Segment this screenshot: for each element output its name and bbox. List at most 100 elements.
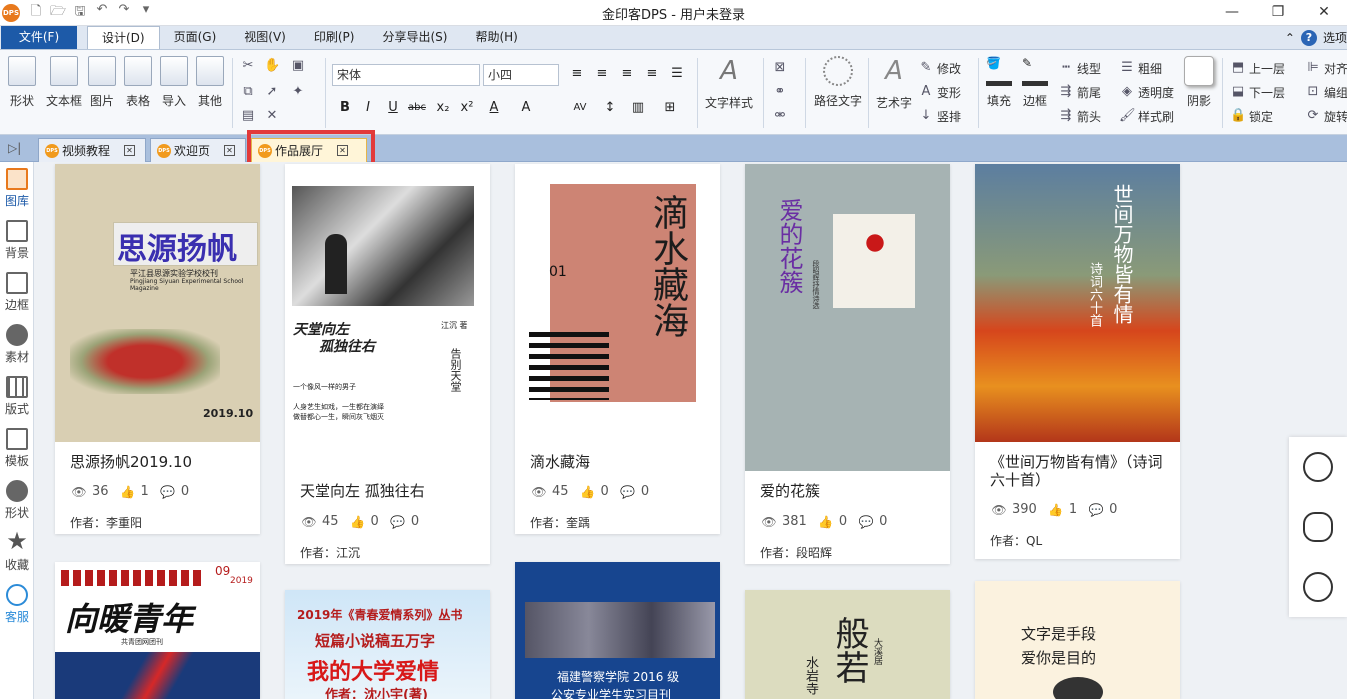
sidebar-item-material[interactable]: 素材	[0, 320, 34, 372]
open-folder-icon[interactable]: 🗁	[50, 2, 66, 24]
shadow-tool[interactable]: 阴影	[1184, 56, 1214, 109]
sidebar-item-gallery[interactable]: 图库	[0, 164, 34, 216]
underline-button[interactable]: U	[383, 98, 403, 118]
thumbs-up-icon[interactable]: 👍	[349, 515, 367, 529]
char-spacing-button[interactable]: AV	[570, 98, 590, 118]
rotate-button[interactable]: 旋转	[1324, 108, 1347, 125]
sidebar-item-border[interactable]: 边框	[0, 268, 34, 320]
select-icon[interactable]: ➚	[264, 84, 280, 100]
restore-icon[interactable]: ❐	[1255, 0, 1301, 26]
tab-welcome[interactable]: DPS 欢迎页 ✕	[150, 138, 246, 162]
work-card[interactable]: 福建警察学院 2016 级 公安专业学生实习目刊	[515, 562, 720, 699]
font-size-select[interactable]: 小四	[483, 64, 559, 86]
menu-print[interactable]: 印刷(P)	[300, 26, 369, 49]
sidebar-item-shape[interactable]: 形状	[0, 476, 34, 528]
transparency-button[interactable]: 透明度	[1138, 84, 1174, 101]
work-title[interactable]: 《世间万物皆有情》（诗词六十首）	[990, 453, 1175, 489]
align-center-button[interactable]: ≡	[592, 64, 612, 84]
work-card[interactable]: 文字是手段 爱你是目的	[975, 581, 1180, 699]
menu-page[interactable]: 页面(G)	[160, 26, 231, 49]
arrow-head-button[interactable]: 箭头	[1077, 108, 1101, 125]
other-tool[interactable]: 其他	[196, 56, 224, 109]
image-edit-icon[interactable]: ▣	[290, 58, 306, 74]
align-left-button[interactable]: ≡	[567, 64, 587, 84]
lock-button[interactable]: 锁定	[1249, 108, 1273, 125]
comment-icon[interactable]: 💬	[389, 515, 407, 529]
vertical-text-button[interactable]: 竖排	[937, 108, 961, 125]
text-style-tool[interactable]: A 文字样式	[705, 56, 753, 111]
delete-icon[interactable]: ✕	[264, 108, 280, 124]
panel-toggle-icon[interactable]: ▷|	[8, 141, 21, 155]
thumbs-up-icon[interactable]: 👍	[817, 515, 835, 529]
work-title[interactable]: 爱的花簇	[760, 482, 940, 500]
comment-icon[interactable]: 💬	[159, 485, 177, 499]
strikethrough-button[interactable]: abc	[407, 98, 427, 118]
close-icon[interactable]: ✕	[1301, 0, 1347, 26]
sidebar-item-favorites[interactable]: ★ 收藏	[0, 528, 34, 580]
work-card[interactable]: 爱的花簇 段昭辉抒情诗选 爱的花簇 👁 381 👍 0 💬 0 作者：段昭辉	[745, 164, 950, 564]
textbox-tool[interactable]: 文本框	[46, 56, 82, 109]
copy-icon[interactable]: ⧉	[240, 84, 256, 100]
work-card[interactable]: 2019年《青春爱情系列》丛书 短篇小说稿五万字 我的大学爱情 作者：沈小宇(著…	[285, 590, 490, 699]
work-card[interactable]: 天堂向左 孤独往右 江沉 著 告别天堂 一个像风一样的男子 人身艺生如戏，一生都…	[285, 164, 490, 564]
work-title[interactable]: 天堂向左 孤独往右	[300, 482, 480, 500]
sidebar-item-service[interactable]: 客服	[0, 580, 34, 632]
work-card[interactable]: 滴水藏海 01 滴水藏海 👁 45 👍 0 💬 0 作者：奎踽	[515, 164, 720, 534]
text-direction-button[interactable]: ⊞	[660, 98, 680, 118]
tab-close-icon[interactable]: ✕	[124, 145, 136, 156]
thumbs-up-icon[interactable]: 👍	[119, 485, 137, 499]
art-text-tool[interactable]: A 艺术字	[876, 56, 912, 111]
new-file-icon[interactable]: 🗋	[28, 2, 44, 24]
paste-icon[interactable]: ▤	[240, 108, 256, 124]
comment-icon[interactable]: 💬	[857, 515, 875, 529]
customize-toolbar-icon[interactable]: ▾	[138, 2, 154, 24]
help-icon[interactable]: ?	[1300, 29, 1317, 46]
save-icon[interactable]: 🖫	[72, 2, 88, 24]
menu-view[interactable]: 视图(V)	[230, 26, 300, 49]
cut-icon[interactable]: ✂	[240, 58, 256, 74]
textbox-link-icon[interactable]: ⊠	[772, 60, 788, 76]
work-card[interactable]: 思源扬帆 平江县思源实验学校校刊 Pingjiang Siyuan Experi…	[55, 164, 260, 534]
minimize-icon[interactable]: —	[1209, 0, 1255, 26]
tab-close-icon[interactable]: ✕	[224, 145, 236, 156]
work-card[interactable]: 09 2019 向暖青年 共青团网团刊	[55, 562, 260, 699]
subscript-button[interactable]: x₂	[433, 98, 453, 118]
work-title[interactable]: 滴水藏海	[530, 453, 710, 471]
image-tool[interactable]: 图片	[88, 56, 116, 109]
font-family-select[interactable]: 宋体	[332, 64, 480, 86]
menu-share-export[interactable]: 分享导出(S)	[368, 26, 461, 49]
comment-icon[interactable]: 💬	[619, 485, 637, 499]
sidebar-item-background[interactable]: 背景	[0, 216, 34, 268]
line-spacing-button[interactable]: ↕	[600, 98, 620, 118]
superscript-button[interactable]: x²	[457, 98, 477, 118]
sidebar-item-template[interactable]: 模板	[0, 424, 34, 476]
modify-button[interactable]: 修改	[937, 60, 961, 77]
import-tool[interactable]: 导入	[160, 56, 188, 109]
shape-tool[interactable]: 形状	[8, 56, 36, 109]
highlight-button[interactable]: A	[516, 98, 536, 118]
unlink-icon[interactable]: ⚮	[772, 108, 788, 124]
menu-help[interactable]: 帮助(H)	[461, 26, 531, 49]
table-tool[interactable]: 表格	[124, 56, 152, 109]
align-right-button[interactable]: ≡	[617, 64, 637, 84]
menu-design[interactable]: 设计(D)	[87, 26, 160, 49]
italic-button[interactable]: I	[358, 98, 378, 118]
work-card[interactable]: 世间万物皆有情 诗词六十首 《世间万物皆有情》（诗词六十首） 👁 390 👍 1 💬…	[975, 164, 1180, 559]
bring-forward-button[interactable]: 上一层	[1249, 60, 1285, 77]
thumbs-up-icon[interactable]: 👍	[1047, 503, 1065, 517]
magic-wand-icon[interactable]: ✦	[290, 84, 306, 100]
sidebar-item-layout[interactable]: 版式	[0, 372, 34, 424]
transform-button[interactable]: 变形	[937, 84, 961, 101]
comment-icon[interactable]: 💬	[1087, 503, 1105, 517]
work-title[interactable]: 思源扬帆2019.10	[70, 453, 250, 471]
bold-button[interactable]: B	[335, 98, 355, 118]
customer-service-headset-icon[interactable]	[1303, 572, 1333, 602]
font-color-button[interactable]: A	[484, 98, 504, 118]
border-tool[interactable]: ✎ 边框	[1022, 56, 1048, 109]
redo-icon[interactable]: ↷	[116, 2, 132, 24]
send-backward-button[interactable]: 下一层	[1249, 84, 1285, 101]
justify-button[interactable]: ≡	[642, 64, 662, 84]
collapse-ribbon-icon[interactable]: ⌃	[1285, 31, 1295, 45]
style-brush-button[interactable]: 样式刷	[1138, 108, 1174, 125]
columns-button[interactable]: ▥	[628, 98, 648, 118]
